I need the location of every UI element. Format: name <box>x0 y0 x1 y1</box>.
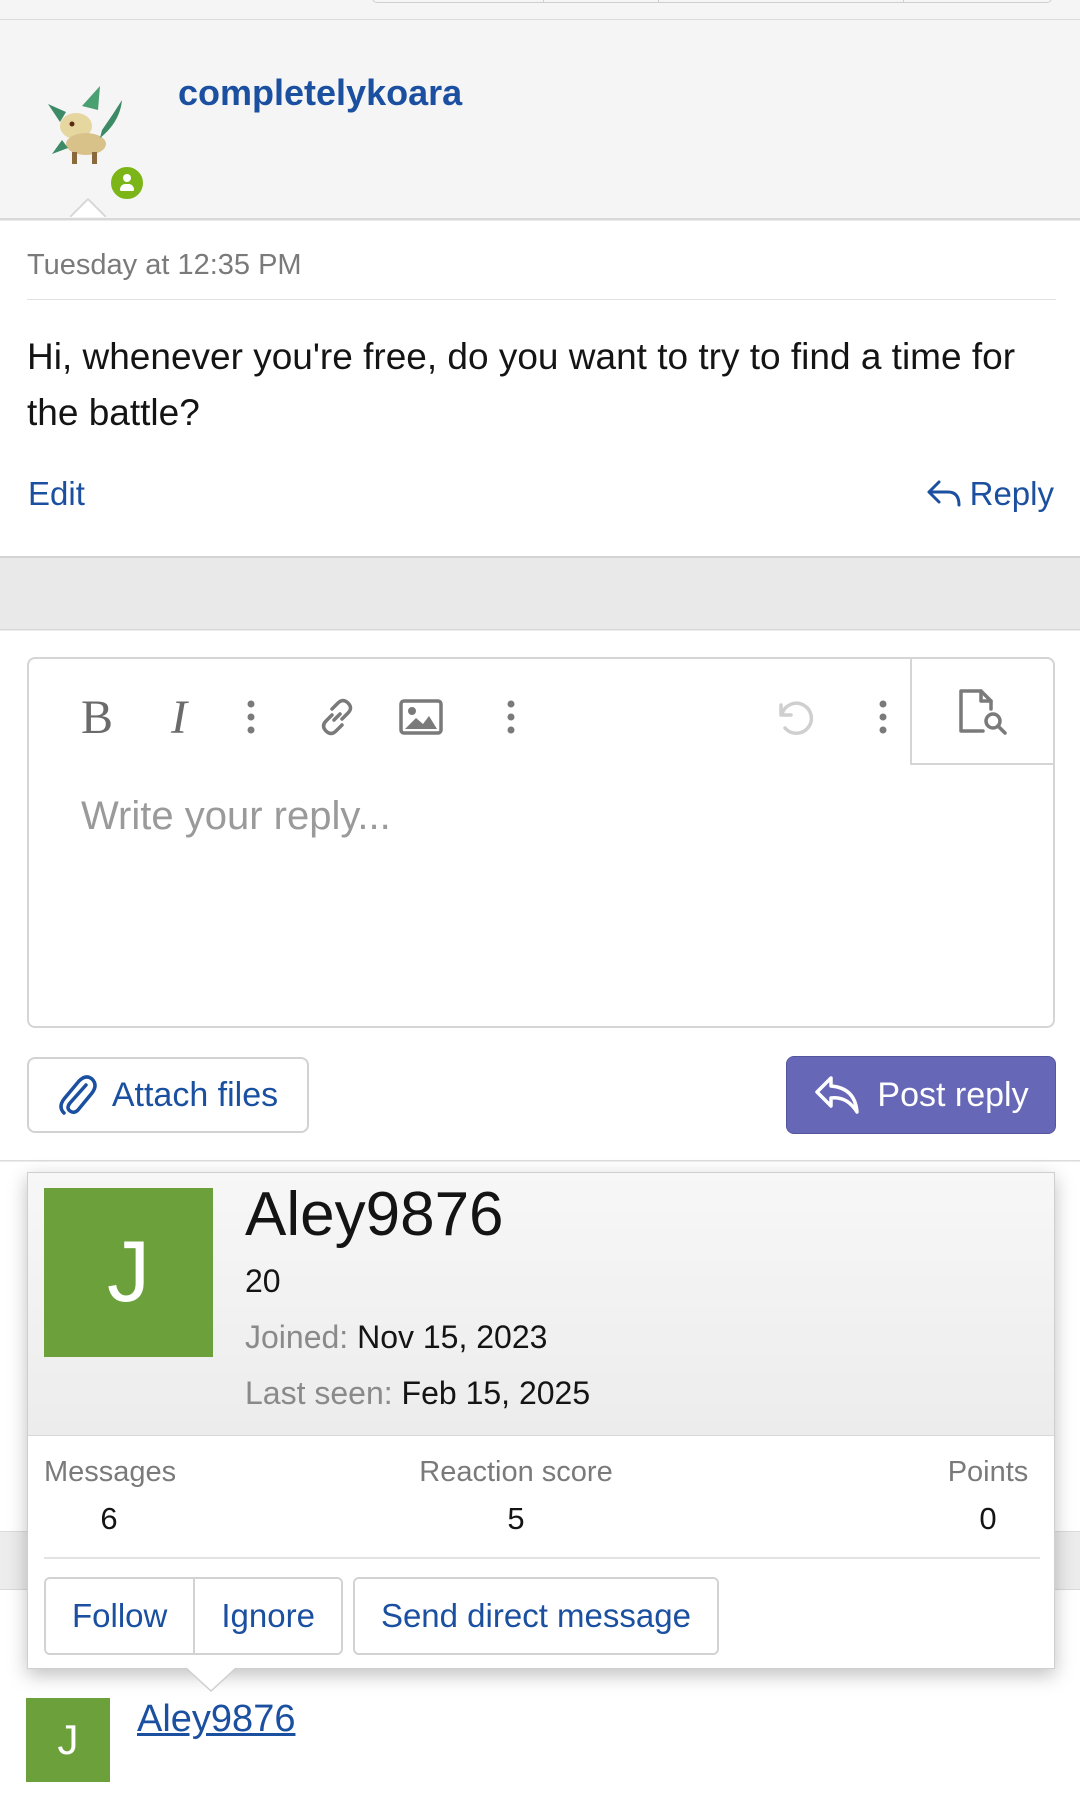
link-icon[interactable] <box>309 689 365 745</box>
stat-reaction-value: 5 <box>507 1501 525 1536</box>
top-tab-edges <box>372 0 1052 3</box>
stat-reaction-score: Reaction score 5 <box>416 1456 616 1537</box>
edit-link[interactable]: Edit <box>28 475 85 513</box>
paperclip-icon <box>59 1075 97 1115</box>
stat-messages-label: Messages <box>44 1456 177 1488</box>
more-options-icon[interactable] <box>231 689 271 745</box>
send-direct-message-button[interactable]: Send direct message <box>354 1579 717 1653</box>
joined-label: Joined: <box>245 1319 349 1355</box>
more-options-icon[interactable] <box>863 689 903 745</box>
attach-files-button[interactable]: Attach files <box>27 1057 309 1133</box>
post-header: completelykoara <box>0 20 1080 220</box>
section-gap <box>0 558 1080 630</box>
reply-icon <box>815 1076 860 1114</box>
user-online-icon <box>107 163 147 203</box>
post-reply-button[interactable]: Post reply <box>786 1056 1056 1134</box>
post-notch <box>70 197 106 217</box>
reply-link[interactable]: Reply <box>926 475 1054 513</box>
bold-button[interactable]: B <box>69 689 125 745</box>
post-reply-label: Post reply <box>877 1075 1029 1114</box>
member-tooltip-header: J Aley9876 20 Joined: Nov 15, 2023 Last … <box>28 1173 1054 1436</box>
participant-username-link[interactable]: Aley9876 <box>137 1698 295 1741</box>
user-avatar-sprite[interactable] <box>42 82 132 177</box>
reply-placeholder[interactable]: Write your reply... <box>81 794 391 839</box>
italic-button[interactable]: I <box>151 689 207 745</box>
ignore-button[interactable]: Ignore <box>193 1579 341 1653</box>
post-body: Tuesday at 12:35 PM Hi, whenever you're … <box>0 221 1080 558</box>
post-date[interactable]: Tuesday at 12:35 PM <box>27 249 302 282</box>
stat-messages: Messages 6 <box>44 1456 177 1537</box>
undo-icon[interactable] <box>765 689 821 745</box>
member-title: 20 <box>245 1263 281 1299</box>
tooltip-arrow <box>186 1667 236 1693</box>
stat-messages-value: 6 <box>100 1501 118 1536</box>
stat-points: Points 0 <box>938 1456 1038 1537</box>
attach-files-label: Attach files <box>111 1075 279 1114</box>
member-tooltip: J Aley9876 20 Joined: Nov 15, 2023 Last … <box>27 1172 1055 1669</box>
avatar[interactable]: J <box>26 1698 110 1782</box>
image-icon[interactable] <box>393 689 449 745</box>
follow-ignore-group: Follow Ignore <box>44 1577 343 1655</box>
stat-points-label: Points <box>947 1456 1029 1488</box>
member-joined: Joined: Nov 15, 2023 <box>245 1319 547 1356</box>
last-seen-value: Feb 15, 2025 <box>401 1375 591 1411</box>
post-message: Hi, whenever you're free, do you want to… <box>27 336 1016 433</box>
message-group: Send direct message <box>352 1577 719 1655</box>
divider <box>27 299 1056 300</box>
divider <box>44 1557 1040 1559</box>
reply-icon <box>927 480 961 507</box>
top-strip <box>0 0 1080 20</box>
member-last-seen: Last seen: Feb 15, 2025 <box>245 1375 590 1412</box>
joined-value: Nov 15, 2023 <box>357 1319 548 1355</box>
reply-label: Reply <box>969 475 1054 512</box>
member-actions: Follow Ignore Send direct message <box>44 1577 719 1655</box>
avatar[interactable]: J <box>44 1188 213 1357</box>
stat-reaction-label: Reaction score <box>419 1456 613 1488</box>
stat-points-value: 0 <box>979 1501 997 1536</box>
post-username[interactable]: completelykoara <box>178 72 462 114</box>
preview-icon[interactable] <box>910 657 1055 765</box>
more-options-icon[interactable] <box>491 689 531 745</box>
last-seen-label: Last seen: <box>245 1375 393 1411</box>
reply-editor[interactable]: B I Write your reply... <box>27 657 1055 1028</box>
follow-button[interactable]: Follow <box>46 1579 194 1653</box>
member-name[interactable]: Aley9876 <box>245 1179 504 1250</box>
